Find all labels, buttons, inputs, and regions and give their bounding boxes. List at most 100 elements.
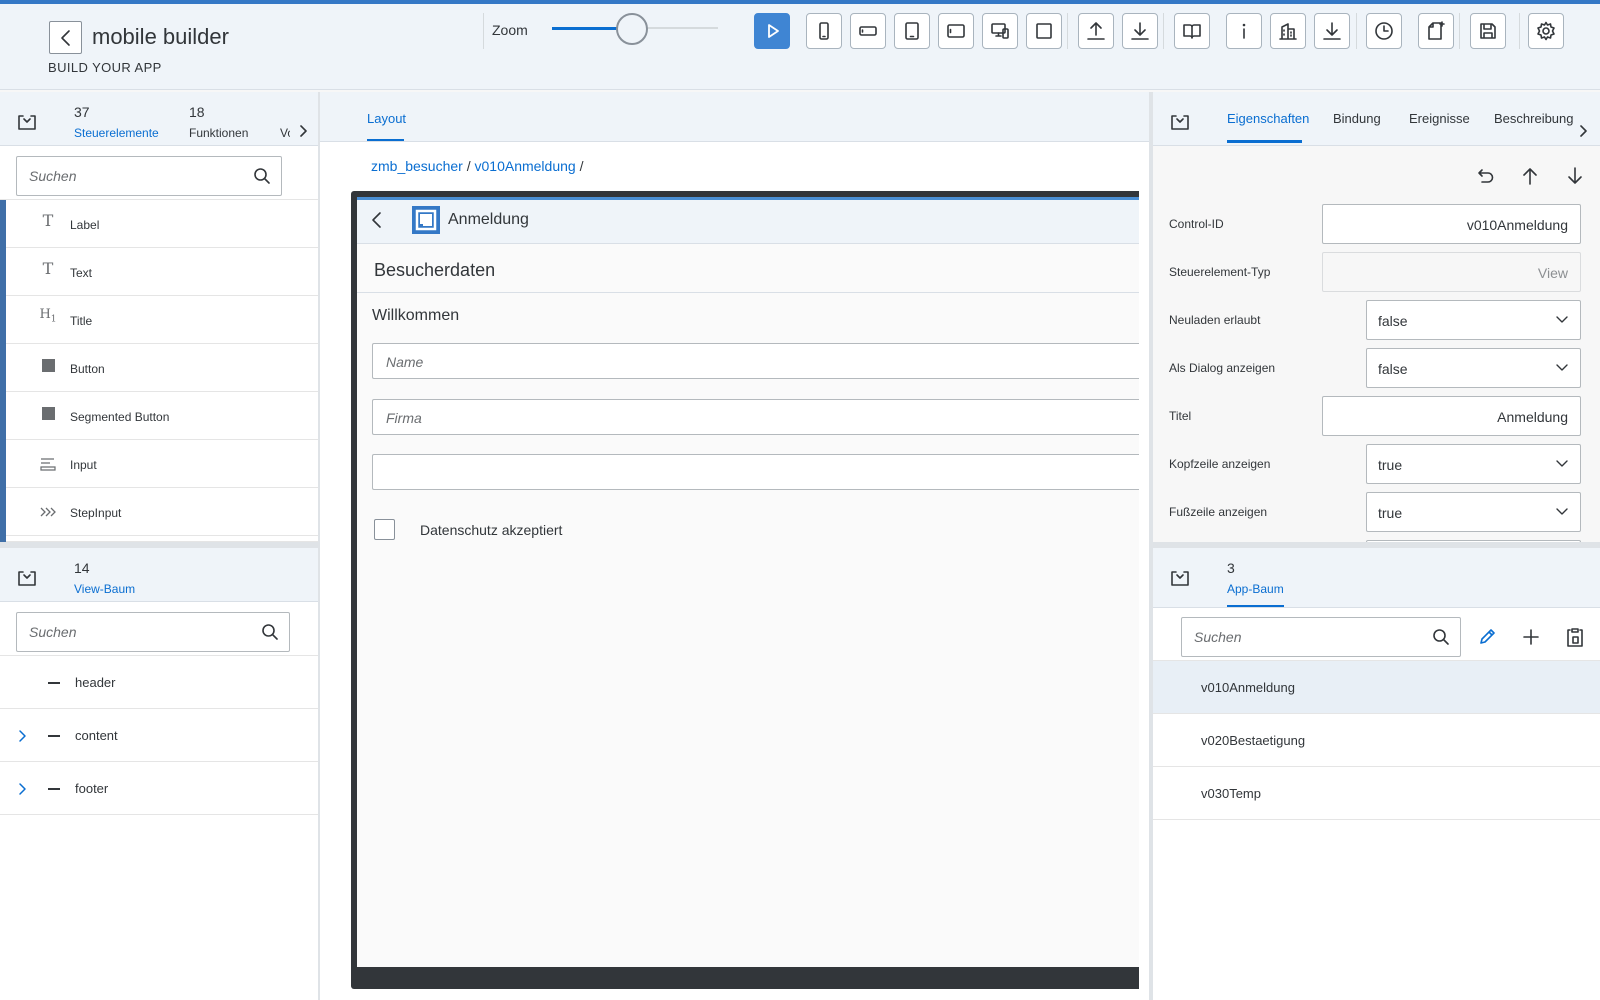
new-document-icon xyxy=(1428,21,1445,40)
breadcrumb: zmb_besucher / v010Anmeldung / xyxy=(371,158,583,174)
fullscreen-button[interactable] xyxy=(1026,13,1062,49)
control-item-marker xyxy=(0,344,6,392)
controls-count: 37 xyxy=(74,104,90,120)
control-item-label: Title xyxy=(70,314,93,328)
app-tree-search-input[interactable]: Suchen xyxy=(1181,617,1461,657)
breadcrumb-link-view[interactable]: v010Anmeldung xyxy=(475,158,576,174)
property-input[interactable]: v010Anmeldung xyxy=(1322,204,1581,244)
new-document-button[interactable] xyxy=(1418,13,1454,49)
preview-back-icon[interactable] xyxy=(370,211,384,229)
control-item[interactable]: T Text xyxy=(0,248,318,296)
run-preview-button[interactable] xyxy=(754,13,790,49)
control-item[interactable]: Segmented Button xyxy=(0,392,318,440)
add-icon[interactable] xyxy=(1521,627,1541,647)
breadcrumb-separator: / xyxy=(579,158,584,174)
preview-firma-input[interactable]: Firma xyxy=(372,399,1139,435)
tab-beschreibung[interactable]: Beschreibung xyxy=(1494,111,1574,126)
search-icon[interactable] xyxy=(261,623,279,641)
tab-bindung[interactable]: Bindung xyxy=(1333,111,1381,126)
chevron-down-icon[interactable] xyxy=(1555,459,1569,469)
tab-layout[interactable]: Layout xyxy=(367,111,406,126)
tree-node-content[interactable]: content xyxy=(0,709,318,762)
buildings-button[interactable] xyxy=(1270,13,1306,49)
paste-icon[interactable] xyxy=(1565,626,1585,648)
save-button[interactable] xyxy=(1470,13,1506,49)
tablet-portrait-icon xyxy=(905,22,919,40)
breadcrumb-separator: / xyxy=(466,158,471,174)
search-icon[interactable] xyxy=(253,167,271,185)
control-item-marker xyxy=(0,248,6,296)
tab-ereignisse[interactable]: Ereignisse xyxy=(1409,111,1470,126)
app-tree-item[interactable]: v010Anmeldung xyxy=(1153,661,1600,714)
collapse-panel-icon[interactable] xyxy=(18,569,36,587)
controls-panel-header xyxy=(0,92,318,146)
control-item[interactable]: StepInput xyxy=(0,488,318,536)
preview-privacy-checkbox[interactable] xyxy=(374,519,395,540)
tree-node-footer[interactable]: footer xyxy=(0,762,318,815)
tablet-portrait-button[interactable] xyxy=(894,13,930,49)
app-logo-icon xyxy=(412,206,440,234)
move-up-icon[interactable] xyxy=(1520,166,1540,186)
tab-truncated[interactable]: Vo xyxy=(280,126,290,140)
collapse-panel-icon[interactable] xyxy=(1171,569,1189,587)
search-icon[interactable] xyxy=(1432,628,1450,646)
info-icon xyxy=(1242,23,1246,39)
breadcrumb-link-app[interactable]: zmb_besucher xyxy=(371,158,463,174)
collapse-panel-icon[interactable] xyxy=(18,113,36,131)
back-button[interactable] xyxy=(49,21,82,54)
property-input[interactable]: Anmeldung xyxy=(1322,396,1581,436)
tab-eigenschaften[interactable]: Eigenschaften xyxy=(1227,111,1309,126)
documentation-button[interactable] xyxy=(1174,13,1210,49)
tab-view-baum[interactable]: View-Baum xyxy=(74,582,135,596)
preview-name-input[interactable]: Name xyxy=(372,343,1139,379)
property-select[interactable]: false xyxy=(1366,348,1581,388)
undo-icon[interactable] xyxy=(1476,166,1496,186)
property-select[interactable]: false xyxy=(1366,300,1581,340)
chevron-right-icon[interactable] xyxy=(17,729,27,743)
info-button[interactable] xyxy=(1226,13,1262,49)
control-item-label: Button xyxy=(70,362,105,376)
control-item[interactable]: Button xyxy=(0,344,318,392)
square-icon xyxy=(1036,23,1052,39)
settings-button[interactable] xyxy=(1528,13,1564,49)
chevron-down-icon[interactable] xyxy=(1555,315,1569,325)
tab-steuerelemente[interactable]: Steuerelemente xyxy=(74,126,159,140)
control-item[interactable]: T Label xyxy=(0,200,318,248)
control-item-marker xyxy=(0,488,6,536)
zoom-slider-handle[interactable] xyxy=(615,13,648,45)
upload-button[interactable] xyxy=(1078,13,1114,49)
app-tree-item[interactable]: v020Bestaetigung xyxy=(1153,714,1600,767)
phone-landscape-icon xyxy=(859,26,877,36)
history-button[interactable] xyxy=(1366,13,1402,49)
app-title: mobile builder xyxy=(92,24,229,49)
property-select[interactable]: true xyxy=(1366,444,1581,484)
tree-node-label: header xyxy=(75,675,116,690)
phone-portrait-button[interactable] xyxy=(806,13,842,49)
preview-empty-input[interactable] xyxy=(372,454,1139,490)
control-item[interactable]: Input xyxy=(0,440,318,488)
app-tree-item[interactable]: v030Temp xyxy=(1153,767,1600,820)
property-select[interactable]: true xyxy=(1366,492,1581,532)
chevron-down-icon[interactable] xyxy=(1555,363,1569,373)
tabs-scroll-right-icon[interactable] xyxy=(1578,124,1588,138)
view-tree-search-input[interactable]: Suchen xyxy=(16,612,290,652)
tree-node-header[interactable]: header xyxy=(0,656,318,709)
tab-app-baum[interactable]: App-Baum xyxy=(1227,582,1284,596)
phone-landscape-button[interactable] xyxy=(850,13,886,49)
desktop-button[interactable] xyxy=(982,13,1018,49)
tablet-landscape-button[interactable] xyxy=(938,13,974,49)
export-button[interactable] xyxy=(1314,13,1350,49)
control-item[interactable]: H1 Title xyxy=(0,296,318,344)
edit-icon[interactable] xyxy=(1477,627,1497,647)
move-down-icon[interactable] xyxy=(1565,166,1585,186)
tab-funktionen[interactable]: Funktionen xyxy=(189,126,248,140)
tabs-scroll-right-icon[interactable] xyxy=(298,124,308,138)
controls-search-input[interactable]: Suchen xyxy=(16,156,282,196)
chevron-right-icon[interactable] xyxy=(17,782,27,796)
collapse-panel-icon[interactable] xyxy=(1171,113,1189,131)
tab-active-indicator xyxy=(1227,140,1302,143)
chevron-down-icon[interactable] xyxy=(1555,507,1569,517)
preview-privacy-label: Datenschutz akzeptiert xyxy=(420,522,563,538)
property-label: Fußzeile anzeigen xyxy=(1169,505,1268,519)
download-button[interactable] xyxy=(1122,13,1158,49)
